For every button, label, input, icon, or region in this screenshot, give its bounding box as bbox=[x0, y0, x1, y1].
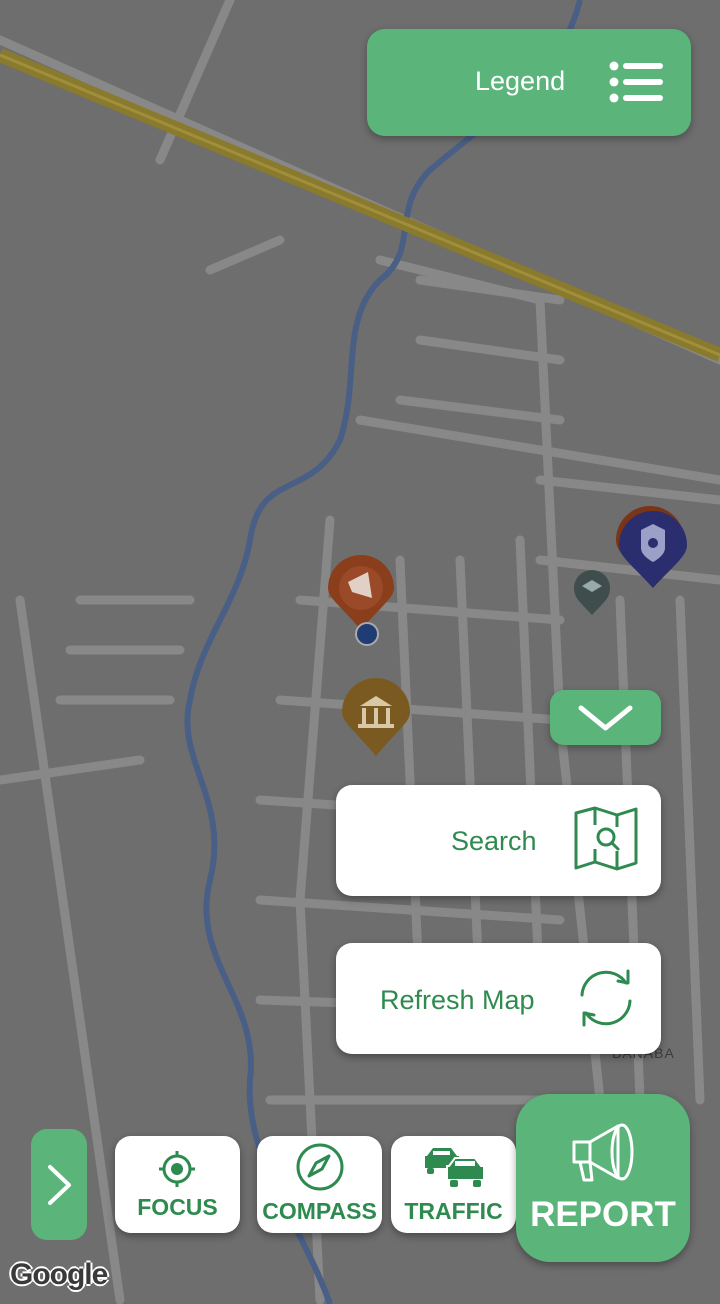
search-label: Search bbox=[451, 826, 537, 856]
google-logo: Google bbox=[10, 1258, 108, 1291]
map-search-icon bbox=[574, 806, 638, 871]
traffic-label: TRAFFIC bbox=[404, 1198, 503, 1224]
compass-icon bbox=[296, 1143, 344, 1191]
expand-toolbar-button[interactable] bbox=[31, 1129, 87, 1240]
compass-button[interactable]: COMPASS bbox=[257, 1136, 382, 1233]
search-button[interactable]: Search bbox=[336, 785, 661, 896]
chevron-down-icon bbox=[578, 705, 633, 731]
focus-label: FOCUS bbox=[137, 1194, 218, 1220]
legend-label: Legend bbox=[475, 66, 566, 96]
focus-button[interactable]: FOCUS bbox=[115, 1136, 240, 1233]
collapse-menu-button[interactable] bbox=[550, 690, 661, 745]
compass-label: COMPASS bbox=[262, 1198, 377, 1224]
megaphone-icon bbox=[572, 1123, 634, 1182]
refresh-icon bbox=[580, 969, 632, 1027]
report-button[interactable]: REPORT bbox=[516, 1094, 690, 1262]
legend-button[interactable]: Legend bbox=[367, 29, 691, 136]
refresh-map-button[interactable]: Refresh Map bbox=[336, 943, 661, 1054]
chevron-right-icon bbox=[48, 1165, 71, 1205]
traffic-icon bbox=[425, 1148, 485, 1187]
refresh-map-label: Refresh Map bbox=[380, 985, 535, 1015]
report-label: REPORT bbox=[530, 1195, 676, 1234]
crosshair-icon bbox=[159, 1151, 195, 1187]
list-icon bbox=[609, 61, 663, 103]
traffic-button[interactable]: TRAFFIC bbox=[391, 1136, 516, 1233]
